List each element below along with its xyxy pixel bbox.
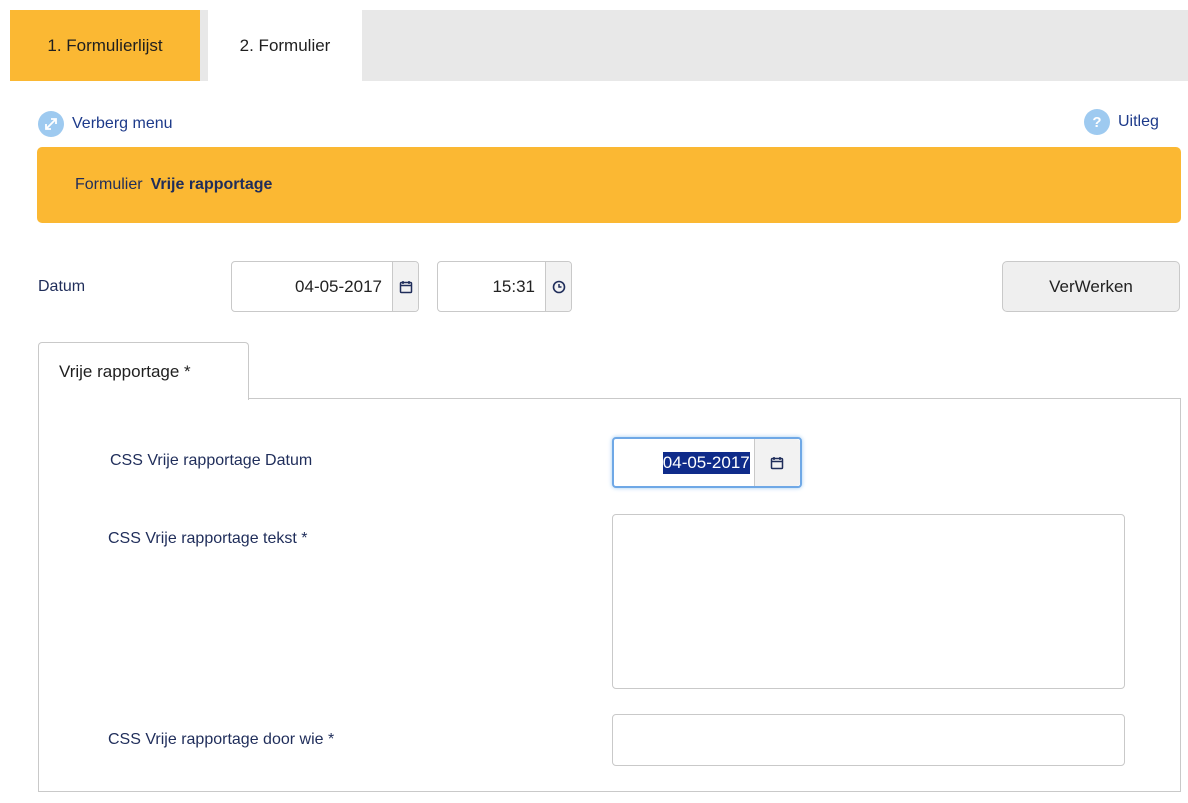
banner-prefix: Formulier [75,176,143,193]
time-input[interactable] [438,262,545,311]
css-text-label: CSS Vrije rapportage tekst * [108,530,308,547]
hide-menu-link[interactable]: Verberg menu [38,111,173,137]
form-title-banner: Formulier Vrije rapportage [37,147,1181,223]
tab-formulier[interactable]: 2. Formulier [208,10,362,81]
arrows-expand-icon [38,111,64,137]
time-field-group [437,261,572,312]
css-who-input[interactable] [612,714,1125,766]
help-link[interactable]: ? Uitleg [1084,109,1159,135]
tab-formulier-label: 2. Formulier [239,35,331,55]
css-date-input[interactable]: 04-05-2017 [614,439,754,486]
tab-formulierlijst[interactable]: 1. Formulierlijst [10,10,200,81]
hide-menu-label: Verberg menu [72,115,173,132]
banner-title: Vrije rapportage [150,176,273,193]
help-label: Uitleg [1118,113,1159,130]
css-date-field-group: 04-05-2017 [612,437,802,488]
date-field-group [231,261,419,312]
css-who-label: CSS Vrije rapportage door wie * [108,731,335,748]
help-icon: ? [1084,109,1110,135]
css-date-value: 04-05-2017 [662,451,750,474]
tab-vrije-rapportage[interactable]: Vrije rapportage * [38,342,249,400]
date-input[interactable] [232,262,392,311]
date-label: Datum [38,278,86,295]
calendar-icon[interactable] [753,439,800,486]
clock-icon[interactable] [545,262,571,311]
css-text-area[interactable] [612,514,1125,689]
css-date-label: CSS Vrije rapportage Datum [110,452,313,469]
calendar-icon[interactable] [392,262,418,311]
process-button[interactable]: VerWerken [1002,261,1180,312]
tab-vrije-rapportage-label: Vrije rapportage * [59,361,191,381]
tab-formulierlijst-label: 1. Formulierlijst [47,35,163,55]
